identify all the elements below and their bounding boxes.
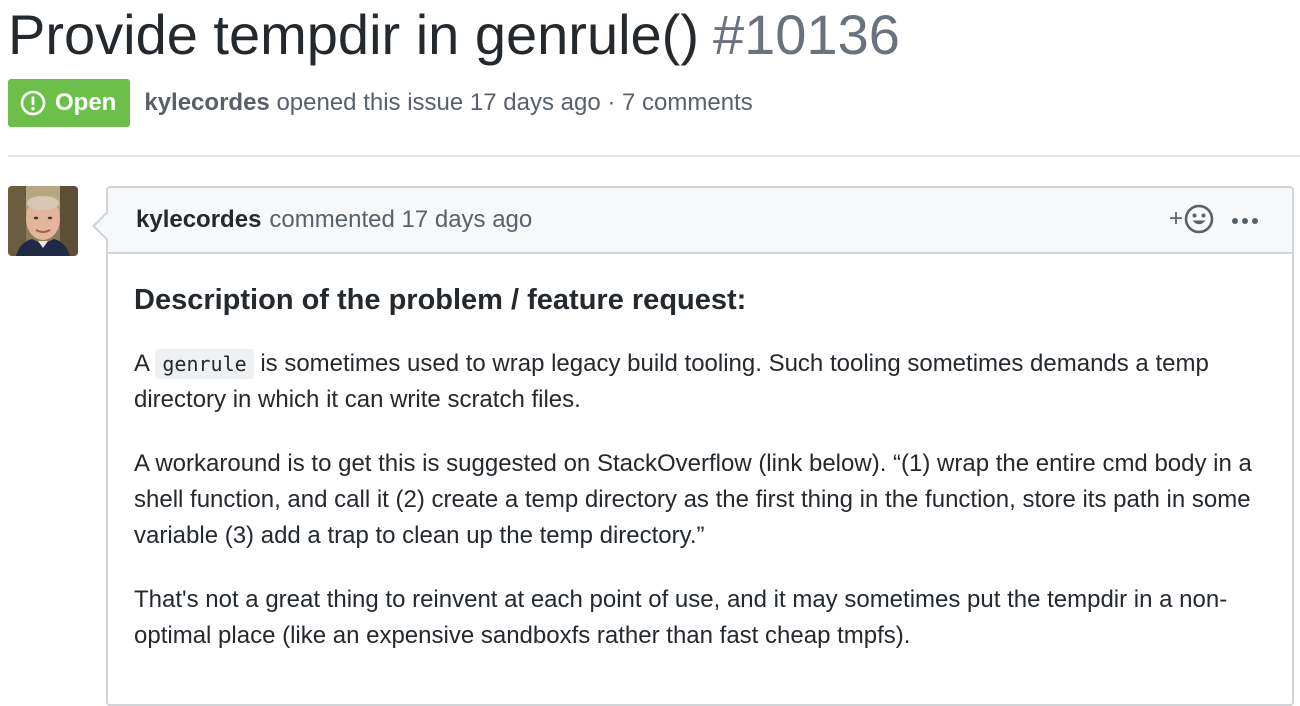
- dot: [1242, 218, 1248, 224]
- p1-before: A: [134, 350, 156, 377]
- comment-timestamp[interactable]: commented 17 days ago: [269, 206, 532, 234]
- comment-paragraph-3: That's not a great thing to reinvent at …: [134, 586, 1228, 649]
- comment-paragraph-2: A workaround is to get this is suggested…: [134, 450, 1252, 549]
- issue-number: #10136: [712, 3, 900, 66]
- dot: [1252, 218, 1258, 224]
- comment-caret-inner: [95, 212, 109, 240]
- issue-meta: Open kylecordes opened this issue 17 day…: [8, 79, 753, 127]
- inline-code: genrule: [155, 349, 254, 379]
- issue-opened-icon: [20, 90, 46, 116]
- issue-author-link[interactable]: kylecordes: [144, 89, 269, 116]
- reaction-plus: +: [1168, 205, 1183, 232]
- header-divider: [8, 155, 1300, 157]
- p1-after: is sometimes used to wrap legacy build t…: [134, 350, 1209, 413]
- comment-heading: Description of the problem / feature req…: [134, 284, 747, 316]
- add-reaction-button[interactable]: +: [1169, 204, 1214, 234]
- avatar[interactable]: [8, 186, 78, 256]
- kebab-horizontal-icon[interactable]: [1232, 206, 1258, 236]
- issue-opened-info: opened this issue 17 days ago · 7 commen…: [276, 89, 753, 116]
- status-label: Open: [55, 89, 117, 116]
- issue-meta-text: kylecordes opened this issue 17 days ago…: [144, 89, 752, 117]
- status-badge: Open: [8, 79, 131, 127]
- comment-header: kylecordes commented 17 days ago +: [108, 188, 1292, 254]
- issue-title-row: Provide tempdir in genrule() #10136: [8, 0, 900, 70]
- smiley-icon: [1184, 204, 1214, 234]
- issue-title: Provide tempdir in genrule(): [8, 3, 699, 66]
- dot: [1232, 218, 1238, 224]
- comment-body: Description of the problem / feature req…: [108, 282, 1292, 654]
- comment-box: kylecordes commented 17 days ago + Descr…: [92, 186, 1294, 706]
- comment-author-link[interactable]: kylecordes: [136, 206, 261, 234]
- comment-paragraph-1: A genrule is sometimes used to wrap lega…: [134, 346, 1266, 418]
